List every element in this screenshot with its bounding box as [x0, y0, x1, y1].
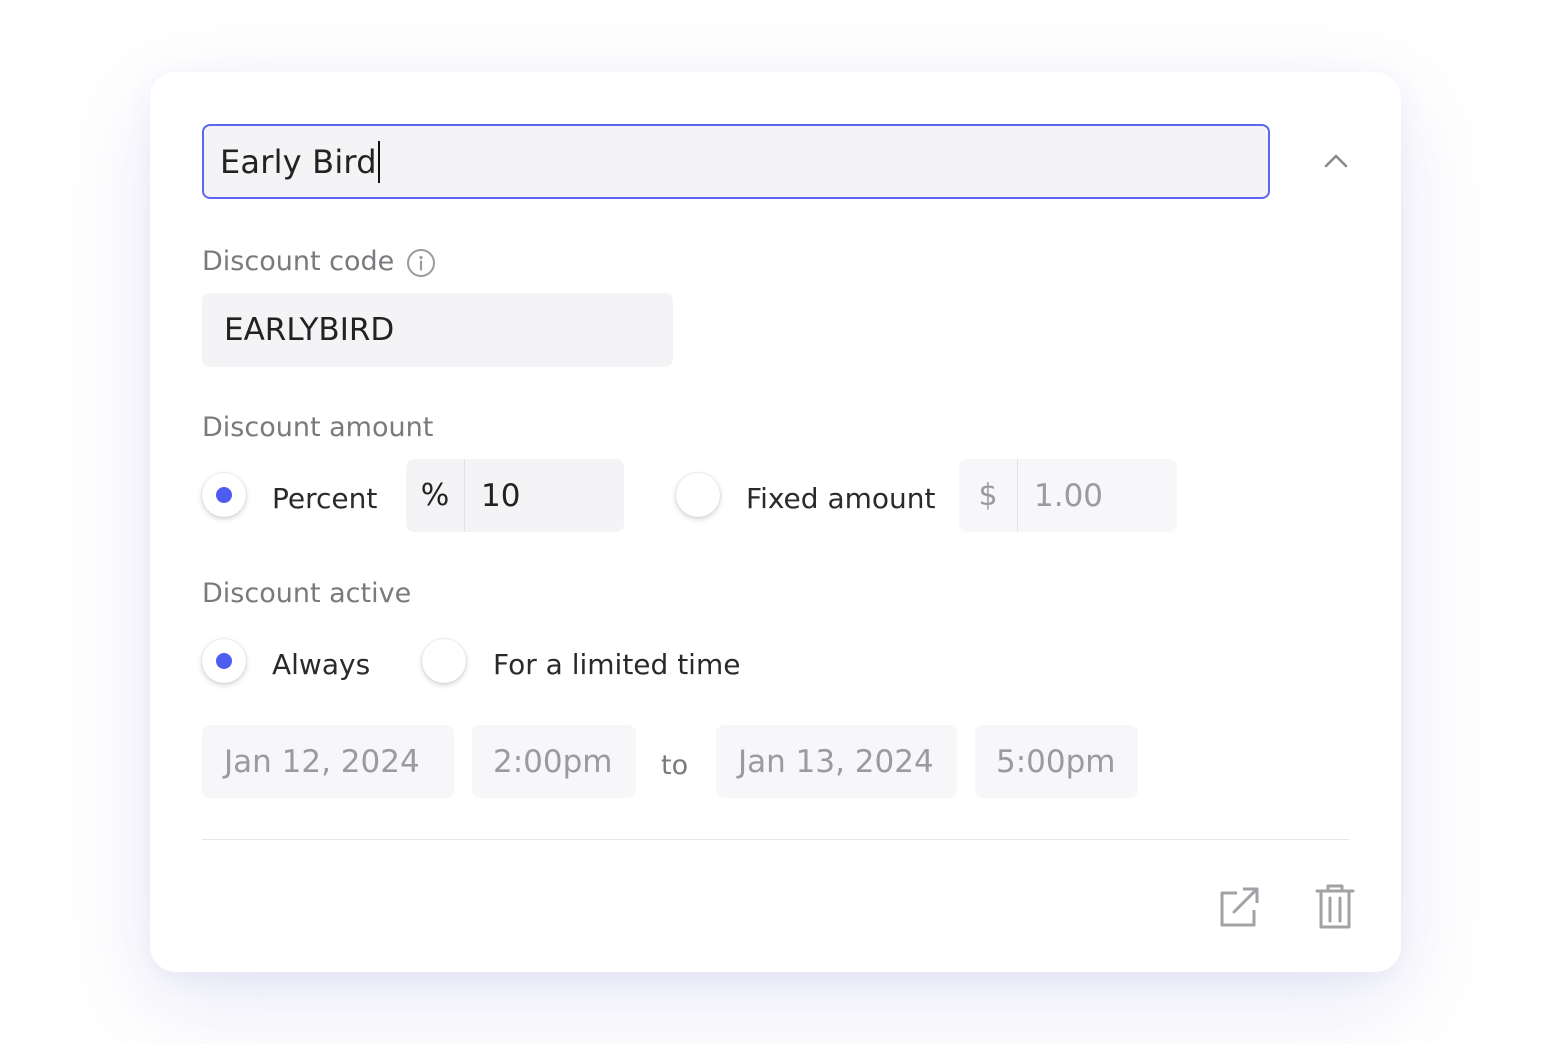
percent-radio[interactable]: [202, 473, 246, 517]
radio-selected-dot: [216, 653, 232, 669]
limited-time-radio[interactable]: [422, 639, 466, 683]
start-time-input[interactable]: 2:00pm: [472, 725, 636, 798]
end-time-input[interactable]: 5:00pm: [975, 725, 1138, 798]
percent-prefix: %: [406, 459, 465, 532]
discount-code-value: EARLYBIRD: [224, 312, 395, 348]
fixed-amount-input[interactable]: 1.00: [1018, 459, 1177, 532]
discount-name-value: Early Bird: [220, 142, 377, 181]
trash-icon[interactable]: [1313, 883, 1357, 931]
end-date-input[interactable]: Jan 13, 2024: [716, 725, 957, 798]
chevron-up-icon[interactable]: [1320, 148, 1352, 172]
info-icon[interactable]: [406, 248, 436, 278]
fixed-amount-radio-label[interactable]: Fixed amount: [746, 482, 936, 515]
fixed-amount-radio[interactable]: [676, 473, 720, 517]
discount-card: Early Bird Discount code EARLYBIRD Disco…: [150, 72, 1401, 972]
discount-amount-label: Discount amount: [202, 412, 434, 443]
start-date-value: Jan 12, 2024: [224, 743, 420, 780]
radio-selected-dot: [216, 487, 232, 503]
discount-code-input[interactable]: EARLYBIRD: [202, 293, 673, 367]
end-time-value: 5:00pm: [996, 743, 1116, 780]
dollar-prefix: $: [959, 459, 1018, 532]
always-radio[interactable]: [202, 639, 246, 683]
external-link-icon[interactable]: [1217, 885, 1261, 929]
percent-radio-label[interactable]: Percent: [272, 482, 377, 515]
start-date-input[interactable]: Jan 12, 2024: [202, 725, 454, 798]
discount-active-label: Discount active: [202, 578, 412, 609]
discount-code-label: Discount code: [202, 246, 395, 277]
start-time-value: 2:00pm: [493, 743, 613, 780]
divider: [202, 839, 1349, 840]
limited-time-radio-label[interactable]: For a limited time: [493, 648, 740, 681]
discount-name-input[interactable]: Early Bird: [202, 124, 1270, 199]
percent-value-input[interactable]: 10: [465, 459, 624, 532]
text-caret: [377, 140, 380, 183]
end-date-value: Jan 13, 2024: [738, 743, 934, 780]
percent-input-group: % 10: [406, 459, 624, 532]
date-range-to-label: to: [661, 750, 689, 781]
always-radio-label[interactable]: Always: [272, 648, 370, 681]
fixed-input-group: $ 1.00: [959, 459, 1177, 532]
